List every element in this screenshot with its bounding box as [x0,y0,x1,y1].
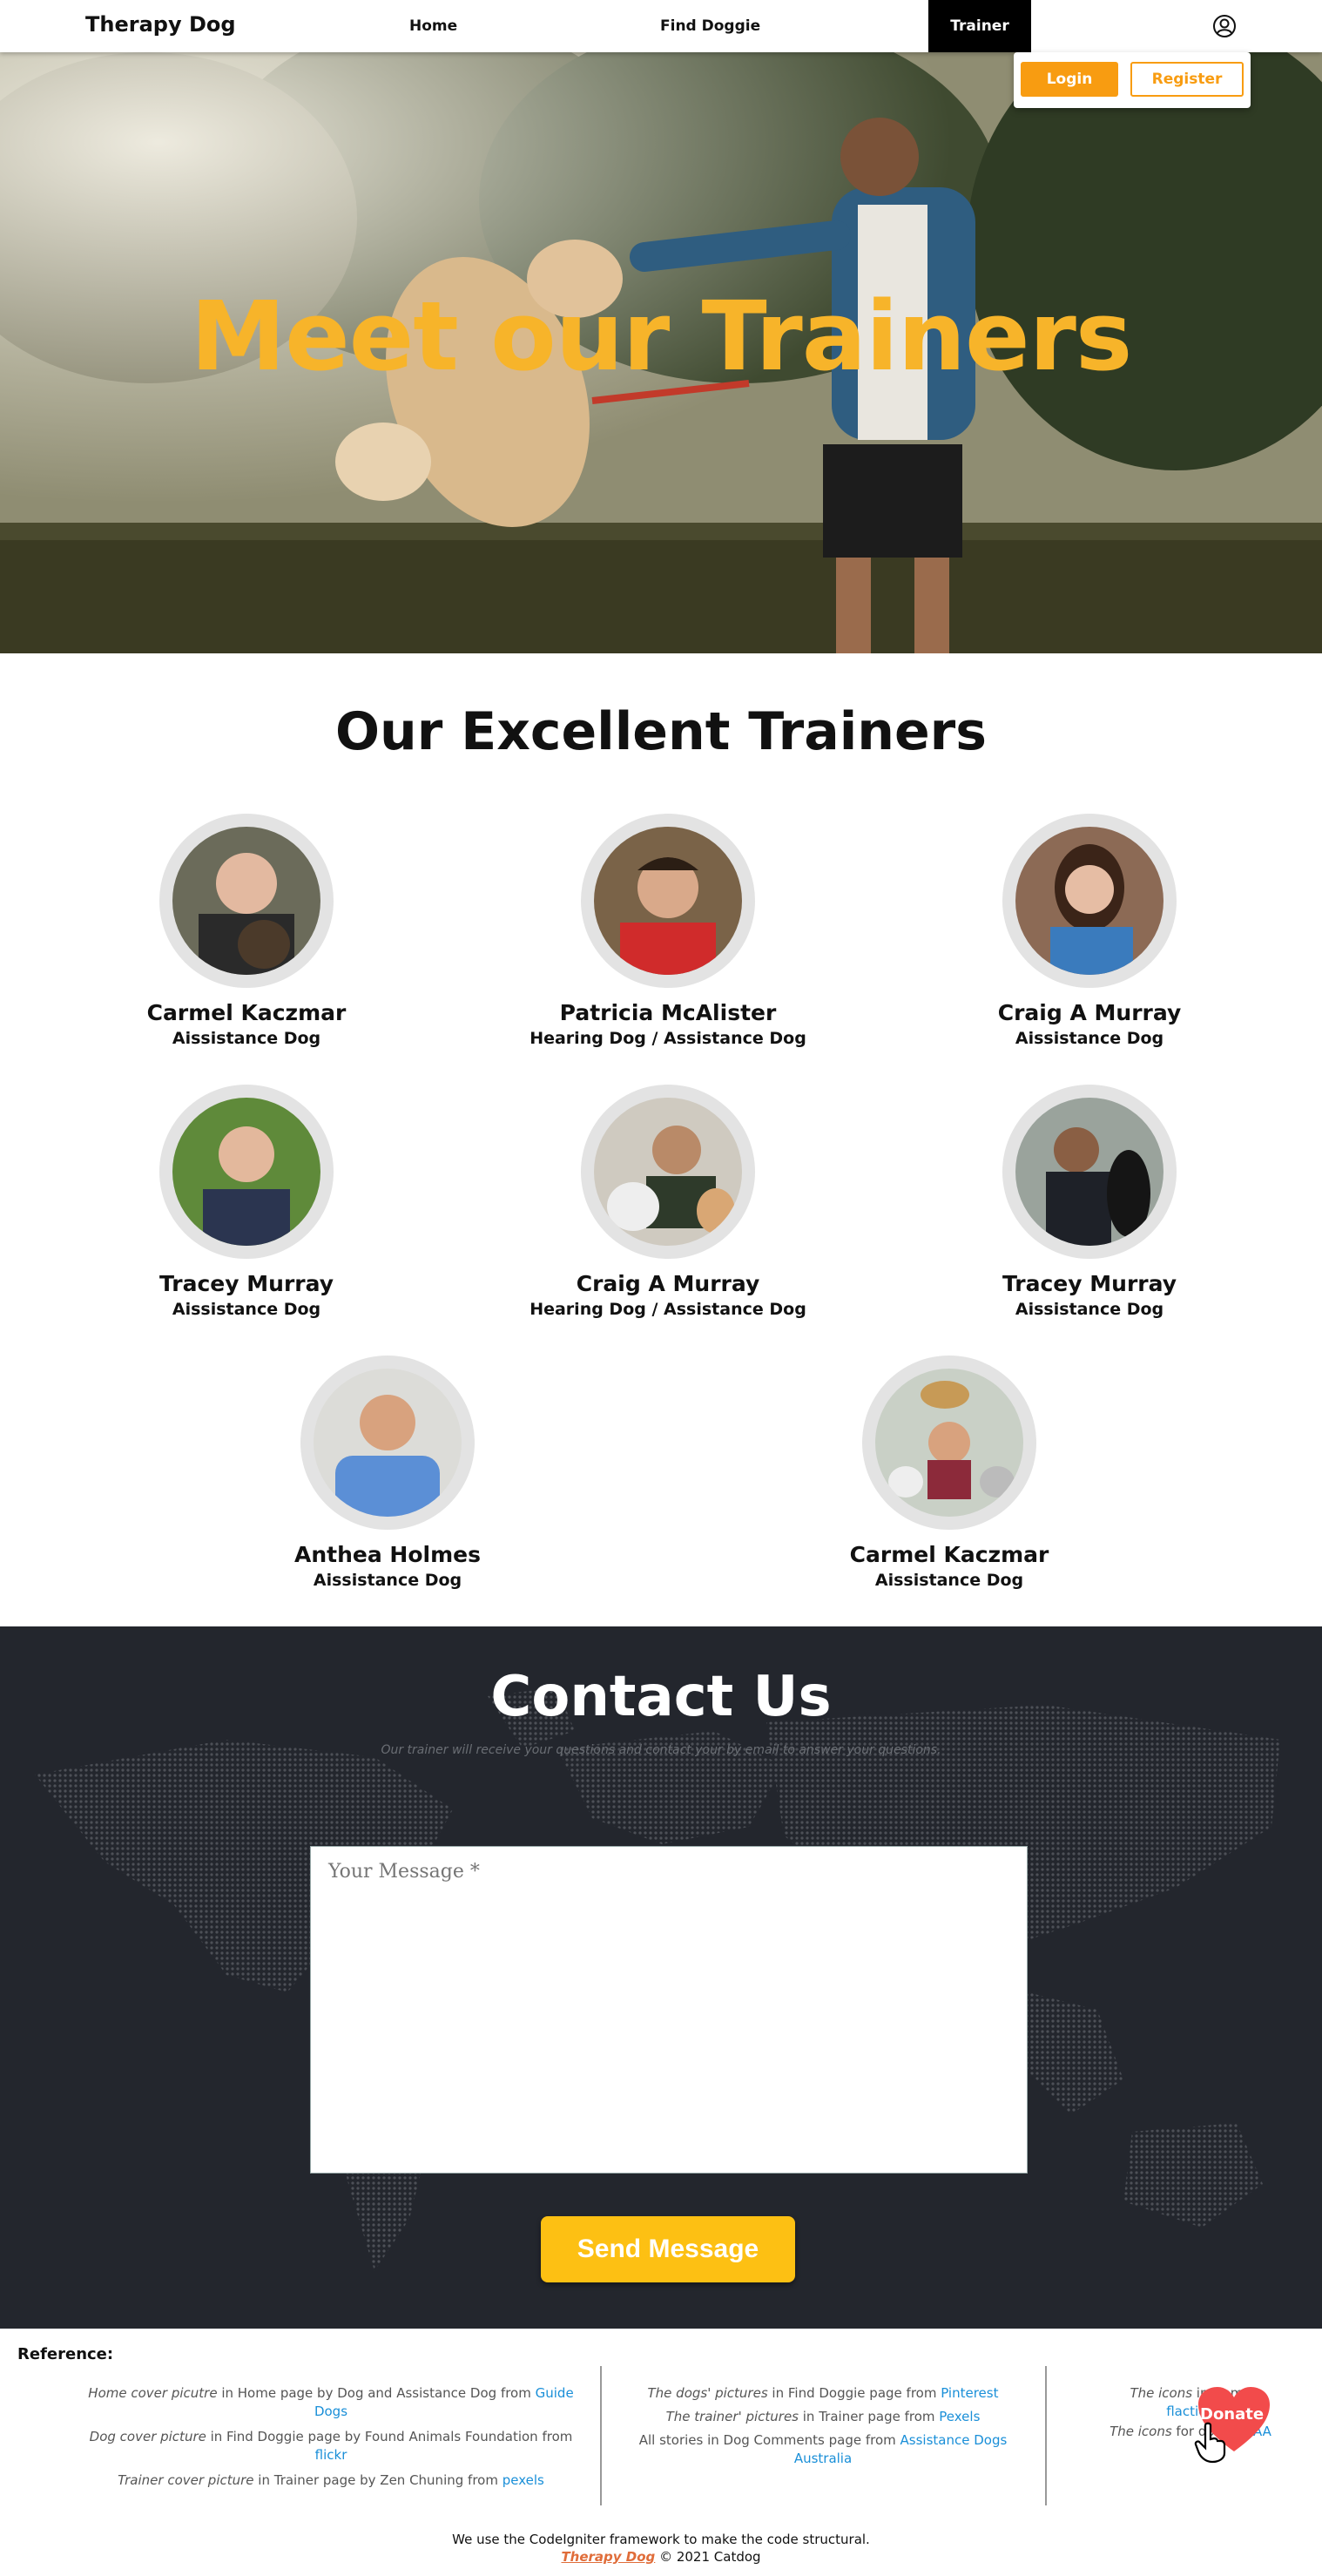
trainer-name: Tracey Murray [159,1271,334,1296]
trainer-role: Aissistance Dog [1015,1300,1164,1319]
trainer-card[interactable]: Carmel Kaczmar Aissistance Dog [806,1356,1093,1590]
avatar-ring [1002,1085,1177,1259]
contact-section: Contact Us Our trainer will receive your… [0,1626,1322,2329]
avatar-ring [159,1085,334,1259]
avatar-ring [1002,814,1177,988]
reference-item: Trainer cover picture in Trainer page by… [118,2472,544,2488]
send-message-button[interactable]: Send Message [541,2216,795,2282]
reference-link[interactable]: pexels [502,2472,544,2488]
trainer-role: Aissistance Dog [874,1571,1024,1590]
trainer-name: Anthea Holmes [294,1542,481,1567]
reference-column-1: Home cover picutre in Home page by Dog a… [87,2384,575,2497]
trainer-avatar [875,1369,1023,1517]
trainer-card[interactable]: Carmel Kaczmar Aissistance Dog [103,814,390,1048]
trainers-section-title: Our Excellent Trainers [335,701,987,762]
trainer-card[interactable]: Patricia McAlister Hearing Dog / Assista… [524,814,812,1048]
nav-trainer-link[interactable]: Trainer [928,0,1031,52]
trainer-card[interactable]: Craig A Murray Aissistance Dog [946,814,1233,1048]
trainer-name: Tracey Murray [1002,1271,1177,1296]
reference-column-3: The icons in Home flaction The icons for … [1064,2384,1317,2448]
footer-framework-note: We use the CodeIgniter framework to make… [452,2532,870,2547]
trainer-role: Aissistance Dog [1015,1029,1164,1048]
trainer-role: Aissistance Dog [172,1029,321,1048]
trainer-card[interactable]: Craig A Murray Hearing Dog / Assistance … [524,1085,812,1319]
nav-home-link[interactable]: Home [409,17,457,35]
auth-dropdown: Login Register [1014,52,1251,108]
message-box [310,1846,1028,2174]
trainer-card[interactable]: Anthea Holmes Aissistance Dog [244,1356,531,1590]
nav-find-doggie-link[interactable]: Find Doggie [660,17,760,35]
reference-item: The icons in Home flaction [1130,2385,1251,2419]
footer-divider [600,2366,602,2505]
trainer-card[interactable]: Tracey Murray Aissistance Dog [946,1085,1233,1319]
avatar-ring [159,814,334,988]
reference-column-2: The dogs' pictures in Find Doggie page f… [631,2384,1015,2475]
reference-item: Dog cover picture in Find Doggie page by… [89,2429,573,2463]
trainer-role: Aissistance Dog [172,1300,321,1319]
trainer-name: Craig A Murray [997,1000,1182,1025]
reference-item: Home cover picutre in Home page by Dog a… [88,2385,574,2419]
hero-title: Meet our Trainers [190,281,1133,392]
trainer-role: Hearing Dog / Assistance Dog [529,1300,806,1319]
trainer-avatar [594,827,742,975]
reference-link[interactable]: Pinterest [941,2385,998,2401]
top-navbar: Therapy Dog Home Find Doggie Trainer [0,0,1322,52]
trainer-name: Patricia McAlister [559,1000,777,1025]
trainer-role: Hearing Dog / Assistance Dog [529,1029,806,1048]
brand-logo[interactable]: Therapy Dog [85,12,236,37]
user-account-icon[interactable] [1211,13,1238,39]
trainer-card[interactable]: Tracey Murray Aissistance Dog [103,1085,390,1319]
login-button[interactable]: Login [1021,62,1118,97]
footer-divider [1045,2366,1047,2505]
trainer-avatar [172,827,320,975]
message-input[interactable] [311,1847,1027,2173]
reference-link[interactable]: flickr [315,2447,347,2463]
trainer-avatar [172,1098,320,1246]
contact-subtitle: Our trainer will receive your questions … [381,1743,941,1757]
register-button[interactable]: Register [1130,62,1244,97]
reference-item: The dogs' pictures in Find Doggie page f… [647,2385,999,2401]
trainer-name: Carmel Kaczmar [146,1000,347,1025]
trainer-avatar [1015,827,1163,975]
reference-item: The icons for donataAAA [1064,2423,1317,2441]
reference-item: The trainer' pictures in Trainer page fr… [665,2409,981,2424]
footer-copyright: Therapy Dog © 2021 Catdog [561,2549,761,2565]
trainer-avatar [314,1369,462,1517]
donate-label[interactable]: Donate [1200,2405,1264,2424]
avatar-ring [581,1085,755,1259]
reference-title: Reference: [17,2345,114,2363]
reference-link[interactable]: Pexels [939,2409,980,2424]
avatar-ring [300,1356,475,1530]
footer-brand-link[interactable]: Therapy Dog [561,2549,655,2565]
hero-banner: Meet our Trainers [0,52,1322,653]
trainer-role: Aissistance Dog [313,1571,462,1590]
avatar-ring [581,814,755,988]
reference-item: All stories in Dog Comments page from As… [638,2432,1008,2466]
hand-cursor-icon [1194,2422,1226,2464]
trainer-name: Carmel Kaczmar [849,1542,1049,1567]
trainer-name: Craig A Murray [576,1271,760,1296]
trainer-avatar [1015,1098,1163,1246]
avatar-ring [862,1356,1036,1530]
contact-title: Contact Us [490,1665,832,1729]
trainer-avatar [594,1098,742,1246]
